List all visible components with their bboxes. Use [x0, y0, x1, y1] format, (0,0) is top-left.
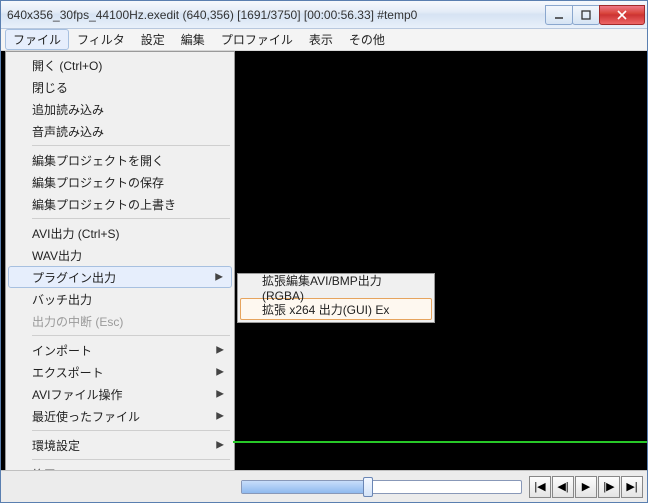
menuitem-編集プロジェクトの上書き[interactable]: 編集プロジェクトの上書き	[8, 193, 232, 215]
menuitem-label: 音声読み込み	[32, 123, 104, 140]
menuitem-label: 環境設定	[32, 437, 80, 454]
menuitem-追加読み込み[interactable]: 追加読み込み	[8, 98, 232, 120]
menuitem-編集プロジェクトの保存[interactable]: 編集プロジェクトの保存	[8, 171, 232, 193]
menuitem-環境設定[interactable]: 環境設定 ▶	[8, 434, 232, 456]
menu-separator	[32, 145, 230, 146]
submenu-arrow-icon: ▶	[216, 440, 224, 451]
step-fwd-button[interactable]: |▶	[598, 476, 620, 498]
menuitem-音声読み込み[interactable]: 音声読み込み	[8, 120, 232, 142]
playback-controls: |◀ ◀| ▶ |▶ ▶|	[528, 476, 643, 498]
timeline-marker-line	[233, 441, 647, 443]
menuitem-label: 追加読み込み	[32, 101, 104, 118]
menu-プロファイル[interactable]: プロファイル	[213, 29, 301, 50]
menu-表示[interactable]: 表示	[301, 29, 341, 50]
menu-separator	[32, 218, 230, 219]
menuitem-label: エクスポート	[32, 364, 104, 381]
submenu-arrow-icon: ▶	[216, 389, 224, 400]
submenu-arrow-icon: ▶	[215, 272, 223, 283]
plugin-output-submenu: 拡張編集AVI/BMP出力 (RGBA)拡張 x264 出力(GUI) Ex	[237, 273, 435, 323]
menuitem-label: 出力の中断 (Esc)	[32, 313, 123, 330]
titlebar[interactable]: 640x356_30fps_44100Hz.exedit (640,356) […	[1, 1, 647, 29]
menuitem-AVIファイル操作[interactable]: AVIファイル操作 ▶	[8, 383, 232, 405]
menu-編集[interactable]: 編集	[173, 29, 213, 50]
seek-slider[interactable]	[241, 480, 522, 494]
menuitem-バッチ出力[interactable]: バッチ出力	[8, 288, 232, 310]
skip-start-button[interactable]: |◀	[529, 476, 551, 498]
file-menu-dropdown: 開く (Ctrl+O) 閉じる追加読み込み音声読み込み編集プロジェクトを開く編集プ…	[5, 51, 235, 488]
menuitem-label: 編集プロジェクトを開く	[32, 152, 164, 169]
menuitem-最近使ったファイル[interactable]: 最近使ったファイル ▶	[8, 405, 232, 427]
menubar: ファイルフィルタ設定編集プロファイル表示その他	[1, 29, 647, 51]
seek-thumb[interactable]	[363, 477, 373, 497]
menuitem-label: WAV出力	[32, 247, 82, 264]
menuitem-label: インポート	[32, 342, 92, 359]
seek-fill	[242, 481, 368, 493]
window-title: 640x356_30fps_44100Hz.exedit (640,356) […	[7, 8, 546, 22]
menuitem-インポート[interactable]: インポート ▶	[8, 339, 232, 361]
submenu-arrow-icon: ▶	[216, 367, 224, 378]
menuitem-閉じる[interactable]: 閉じる	[8, 76, 232, 98]
app-window: 640x356_30fps_44100Hz.exedit (640,356) […	[0, 0, 648, 503]
menuitem-エクスポート[interactable]: エクスポート ▶	[8, 361, 232, 383]
menuitem-出力の中断-(Esc): 出力の中断 (Esc)	[8, 310, 232, 332]
menuitem-WAV出力[interactable]: WAV出力	[8, 244, 232, 266]
menuitem-label: 編集プロジェクトの上書き	[32, 196, 176, 213]
menuitem-label: AVIファイル操作	[32, 386, 122, 403]
close-button[interactable]	[599, 5, 645, 25]
menu-ファイル[interactable]: ファイル	[5, 29, 69, 50]
menu-設定[interactable]: 設定	[133, 29, 173, 50]
menuitem-AVI出力-(Ctrl+S)[interactable]: AVI出力 (Ctrl+S)	[8, 222, 232, 244]
maximize-button[interactable]	[572, 5, 600, 25]
playback-bar: |◀ ◀| ▶ |▶ ▶|	[1, 470, 647, 502]
menu-フィルタ[interactable]: フィルタ	[69, 29, 133, 50]
menuitem-label: プラグイン出力	[32, 269, 116, 286]
play-button[interactable]: ▶	[575, 476, 597, 498]
menuitem-label: 最近使ったファイル	[32, 408, 140, 425]
menuitem-label: バッチ出力	[32, 291, 92, 308]
menuitem-label: 閉じる	[32, 79, 68, 96]
menu-separator	[32, 430, 230, 431]
menu-separator	[32, 335, 230, 336]
skip-end-button[interactable]: ▶|	[621, 476, 643, 498]
menuitem-label: AVI出力 (Ctrl+S)	[32, 225, 119, 242]
menuitem-編集プロジェクトを開く[interactable]: 編集プロジェクトを開く	[8, 149, 232, 171]
menu-その他[interactable]: その他	[341, 29, 393, 50]
menu-separator	[32, 459, 230, 460]
menuitem-開く-(Ctrl+O)[interactable]: 開く (Ctrl+O)	[8, 54, 232, 76]
step-back-button[interactable]: ◀|	[552, 476, 574, 498]
submenu-arrow-icon: ▶	[216, 411, 224, 422]
minimize-button[interactable]	[545, 5, 573, 25]
menuitem-label: 編集プロジェクトの保存	[32, 174, 164, 191]
menuitem-プラグイン出力[interactable]: プラグイン出力 ▶	[8, 266, 232, 288]
submenuitem-拡張編集AVI/BMP出力-(RGBA)[interactable]: 拡張編集AVI/BMP出力 (RGBA)	[240, 276, 432, 298]
menuitem-label: 開く (Ctrl+O)	[32, 57, 102, 74]
submenu-arrow-icon: ▶	[216, 345, 224, 356]
window-buttons	[546, 5, 645, 25]
client-area: 開く (Ctrl+O) 閉じる追加読み込み音声読み込み編集プロジェクトを開く編集プ…	[1, 51, 647, 502]
